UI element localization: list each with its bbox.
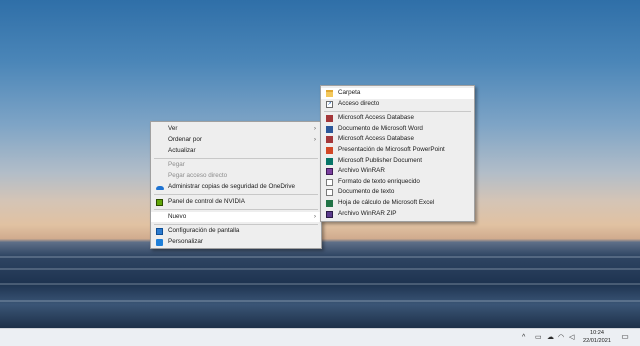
- submenu-item-access-database[interactable]: Microsoft Access Database: [321, 113, 474, 124]
- menu-item-label: Microsoft Access Database: [338, 114, 414, 122]
- clock-time: 10:24: [590, 330, 604, 336]
- menu-item-display-settings[interactable]: Configuración de pantalla: [151, 226, 321, 237]
- menu-item-label: Presentación de Microsoft PowerPoint: [338, 145, 445, 153]
- submenu-item-folder[interactable]: Carpeta: [321, 88, 474, 99]
- nvidia-icon: [156, 198, 163, 206]
- wave-highlight: [0, 283, 640, 285]
- onedrive-tray-icon[interactable]: ☁: [547, 333, 554, 342]
- menu-item-label: Actualizar: [168, 146, 196, 154]
- wifi-icon[interactable]: ◠: [558, 333, 564, 342]
- menu-separator: [154, 194, 318, 196]
- display-settings-icon: [156, 228, 163, 236]
- menu-item-personalize[interactable]: Personalizar: [151, 237, 321, 248]
- submenu-item-winrar-archive[interactable]: Archivo WinRAR: [321, 166, 474, 177]
- taskbar-clock[interactable]: 10:24 22/01/2021: [578, 330, 616, 345]
- winrar-zip-icon: [326, 210, 333, 218]
- shortcut-icon: ↗: [326, 100, 333, 108]
- menu-item-label: Administrar copias de seguridad de OneDr…: [168, 182, 296, 190]
- menu-item-refresh[interactable]: Actualizar: [151, 146, 321, 157]
- menu-item-label: Formato de texto enriquecido: [338, 177, 420, 185]
- desktop-context-menu: Ver › Ordenar por › Actualizar Pegar Peg…: [150, 121, 322, 249]
- menu-item-label: Acceso directo: [338, 99, 380, 107]
- menu-item-label: Carpeta: [338, 89, 361, 96]
- excel-icon: [326, 199, 333, 207]
- powerpoint-icon: [326, 146, 333, 154]
- rtf-document-icon: [326, 178, 333, 186]
- menu-item-label: Documento de texto: [338, 188, 395, 196]
- submenu-item-text-document[interactable]: Documento de texto: [321, 187, 474, 198]
- submenu-item-word-document[interactable]: Documento de Microsoft Word: [321, 124, 474, 135]
- submenu-item-access-database-2[interactable]: Microsoft Access Database: [321, 134, 474, 145]
- access-icon: [326, 136, 333, 144]
- menu-separator: [154, 223, 318, 225]
- submenu-item-excel[interactable]: Hoja de cálculo de Microsoft Excel: [321, 198, 474, 209]
- menu-separator: [154, 209, 318, 211]
- menu-item-paste[interactable]: Pegar: [151, 160, 321, 171]
- notifications-icon[interactable]: ▭: [620, 332, 630, 342]
- volume-icon[interactable]: ◁: [569, 333, 574, 342]
- menu-item-label: Microsoft Publisher Document: [338, 156, 422, 164]
- new-submenu: Carpeta ↗ Acceso directo Microsoft Acces…: [320, 85, 475, 222]
- menu-item-label: Pegar acceso directo: [168, 172, 228, 180]
- taskbar: ^ ▭ ☁ ◠ ◁ 10:24 22/01/2021 ▭: [0, 328, 640, 346]
- menu-item-label: Archivo WinRAR: [338, 167, 385, 175]
- folder-icon: [326, 90, 333, 97]
- text-document-icon: [326, 189, 333, 197]
- menu-item-sort-by[interactable]: Ordenar por ›: [151, 135, 321, 146]
- personalize-icon: [156, 239, 163, 247]
- menu-item-label: Panel de control de NVIDIA: [168, 197, 246, 205]
- chevron-up-icon[interactable]: ^: [522, 333, 525, 342]
- submenu-item-publisher[interactable]: Microsoft Publisher Document: [321, 156, 474, 167]
- wave-highlight: [0, 256, 640, 258]
- onedrive-icon: [156, 184, 164, 191]
- submenu-item-shortcut[interactable]: ↗ Acceso directo: [321, 99, 474, 110]
- publisher-icon: [326, 157, 333, 165]
- menu-item-label: Archivo WinRAR ZIP: [338, 209, 397, 217]
- winrar-icon: [326, 168, 333, 176]
- wave-highlight: [0, 300, 640, 302]
- submenu-item-rich-text[interactable]: Formato de texto enriquecido: [321, 177, 474, 188]
- menu-item-label: Documento de Microsoft Word: [338, 124, 423, 132]
- menu-item-label: Ordenar por: [168, 135, 202, 143]
- menu-item-view[interactable]: Ver ›: [151, 124, 321, 135]
- chevron-right-icon: ›: [313, 212, 316, 220]
- wave-highlight: [0, 268, 640, 270]
- menu-item-onedrive-backup[interactable]: Administrar copias de seguridad de OneDr…: [151, 182, 321, 193]
- menu-item-label: Pegar: [168, 161, 185, 169]
- chevron-right-icon: ›: [313, 125, 316, 132]
- menu-item-label: Personalizar: [168, 238, 203, 246]
- submenu-item-winrar-zip[interactable]: Archivo WinRAR ZIP: [321, 209, 474, 220]
- menu-item-label: Ver: [168, 125, 178, 132]
- word-icon: [326, 125, 333, 133]
- menu-item-paste-shortcut[interactable]: Pegar acceso directo: [151, 171, 321, 182]
- menu-item-label: Nuevo: [168, 212, 187, 220]
- submenu-item-powerpoint[interactable]: Presentación de Microsoft PowerPoint: [321, 145, 474, 156]
- menu-item-label: Configuración de pantalla: [168, 227, 240, 235]
- menu-item-nvidia-control-panel[interactable]: Panel de control de NVIDIA: [151, 197, 321, 208]
- menu-item-new[interactable]: Nuevo ›: [151, 211, 321, 223]
- menu-item-label: Microsoft Access Database: [338, 135, 414, 143]
- access-icon: [326, 115, 333, 123]
- clock-date: 22/01/2021: [583, 337, 611, 344]
- menu-item-label: Hoja de cálculo de Microsoft Excel: [338, 198, 435, 206]
- chevron-right-icon: ›: [313, 135, 316, 143]
- menu-separator: [154, 157, 318, 159]
- menu-separator: [324, 110, 471, 112]
- network-icon[interactable]: ▭: [535, 333, 542, 342]
